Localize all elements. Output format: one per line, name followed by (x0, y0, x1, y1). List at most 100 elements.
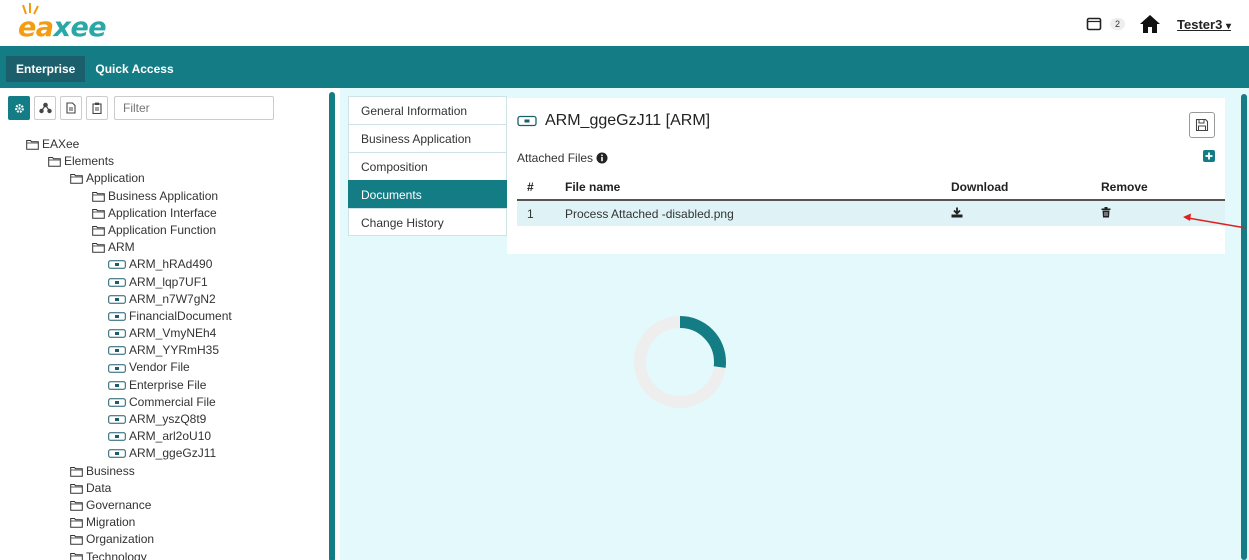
document-icon (66, 102, 76, 114)
save-button[interactable] (1189, 112, 1215, 138)
folder-icon (92, 208, 105, 219)
tree-element[interactable]: ARM_ggeGzJ11 (26, 445, 232, 462)
tree-item-label: ARM_YYRmH35 (129, 343, 220, 358)
tree-folder[interactable]: Business Application (26, 188, 232, 205)
tree-element[interactable]: ARM_hRAd490 (26, 256, 232, 273)
tree-item-label: ARM_lqp7UF1 (129, 274, 208, 289)
folder-icon (70, 466, 83, 477)
folder-icon (26, 139, 39, 150)
logo-text: eaxee (18, 12, 107, 43)
tab-general-information[interactable]: General Information (348, 96, 507, 124)
tab-business-application[interactable]: Business Application (348, 124, 507, 152)
tree-item-label: Governance (86, 497, 152, 512)
download-icon[interactable] (951, 207, 963, 218)
download-cell (941, 200, 1091, 226)
tree-item-label: ARM_yszQ8t9 (129, 412, 207, 426)
tree-element[interactable]: FinancialDocument (26, 308, 232, 325)
notification-window-icon[interactable] (1086, 16, 1102, 32)
documents-panel: ARM_ggeGzJ11 [ARM] Attached Files # File… (507, 98, 1225, 254)
hierarchy-button[interactable] (34, 96, 56, 120)
row-number: 1 (517, 200, 555, 226)
tree-folder[interactable]: EAXee (26, 136, 232, 153)
element-title: ARM_ggeGzJ11 [ARM] (517, 112, 710, 130)
annotation-arrow (1183, 213, 1247, 229)
tree-element[interactable]: Commercial File (26, 394, 232, 411)
folder-icon (92, 191, 105, 202)
add-file-button[interactable] (1203, 150, 1215, 162)
tree-element[interactable]: ARM_VmyNEh4 (26, 325, 232, 342)
tree-folder[interactable]: Data (26, 480, 232, 497)
user-menu[interactable]: Tester3 ▾ (1177, 17, 1231, 32)
tree-folder[interactable]: Application Interface (26, 205, 232, 222)
attached-files-table: # File name Download Remove 1 Process At… (517, 174, 1225, 226)
folder-icon (92, 242, 105, 254)
element-icon (108, 363, 126, 373)
element-icon (108, 415, 126, 424)
tree-element[interactable]: ARM_n7W7gN2 (26, 291, 232, 308)
nav-tab-enterprise[interactable]: Enterprise (6, 56, 86, 82)
element-icon (108, 449, 126, 459)
tree-element[interactable]: ARM_lqp7UF1 (26, 274, 232, 291)
tree-item-label: Vendor File (129, 360, 190, 375)
element-icon (108, 398, 126, 407)
tree-item-label: ARM_VmyNEh4 (129, 326, 217, 341)
tree-item-label: Application (86, 171, 145, 186)
folder-icon (70, 500, 83, 511)
filter-input[interactable] (114, 96, 274, 120)
tree-folder[interactable]: Application (26, 170, 232, 187)
detail-side-tabs: General Information Business Application… (348, 96, 507, 236)
main-navbar: Enterprise Quick Access (0, 46, 1249, 88)
folder-icon (70, 534, 83, 546)
info-icon[interactable] (596, 152, 608, 164)
tree-folder[interactable]: ARM (26, 239, 232, 256)
gear-icon (14, 103, 24, 113)
eaxee-logo[interactable]: eaxee (18, 3, 107, 44)
settings-button[interactable] (8, 96, 30, 120)
tree-folder[interactable]: Technology (26, 549, 232, 560)
document-button[interactable] (60, 96, 82, 120)
folder-icon (70, 517, 83, 529)
nav-tab-quick-access[interactable]: Quick Access (85, 56, 183, 82)
folder-icon (70, 483, 83, 494)
tree-folder[interactable]: Migration (26, 514, 232, 531)
tab-change-history[interactable]: Change History (348, 208, 507, 236)
tree-item-label: Commercial File (129, 394, 216, 409)
column-header-download: Download (941, 174, 1091, 201)
tree-item-label: ARM_arl2oU10 (129, 429, 212, 444)
tree-folder[interactable]: Elements (26, 153, 232, 170)
tree-element[interactable]: ARM_YYRmH35 (26, 342, 232, 359)
folder-icon (70, 552, 83, 560)
tab-documents[interactable]: Documents (348, 180, 507, 208)
left-panel: EAXee Elements Application Business Applica… (0, 88, 335, 560)
detail-scrollbar[interactable] (1241, 94, 1247, 560)
tree-folder[interactable]: Organization (26, 531, 232, 548)
trash-icon[interactable] (1101, 206, 1111, 218)
tab-composition[interactable]: Composition (348, 152, 507, 180)
tree-element[interactable]: ARM_yszQ8t9 (26, 411, 232, 428)
home-icon[interactable] (1139, 14, 1161, 34)
column-header-number: # (517, 174, 555, 201)
clipboard-icon (92, 102, 102, 114)
element-icon (108, 294, 126, 304)
tree-element[interactable]: Vendor File (26, 359, 232, 376)
element-icon (108, 346, 126, 356)
sitemap-icon (38, 102, 52, 114)
tree-item-label: Application Interface (108, 205, 217, 220)
tree-folder[interactable]: Governance (26, 497, 232, 514)
column-header-remove: Remove (1091, 174, 1225, 201)
table-header-row: # File name Download Remove (517, 174, 1225, 201)
clipboard-button[interactable] (86, 96, 108, 120)
tree-item-label: ARM (108, 240, 135, 255)
attached-files-label: Attached Files (517, 151, 608, 165)
element-tree: EAXee Elements Application Business Applica… (26, 136, 232, 560)
element-icon (108, 329, 126, 338)
tree-item-label: ARM_hRAd490 (129, 257, 213, 272)
folder-icon (48, 156, 61, 168)
tree-element[interactable]: Enterprise File (26, 377, 232, 394)
left-panel-scrollbar[interactable] (329, 92, 335, 560)
tree-folder[interactable]: Application Function (26, 222, 232, 239)
tree-item-label: Elements (64, 154, 115, 169)
tree-folder[interactable]: Business (26, 463, 232, 480)
tree-item-label: Enterprise File (129, 377, 207, 392)
tree-element[interactable]: ARM_arl2oU10 (26, 428, 232, 445)
